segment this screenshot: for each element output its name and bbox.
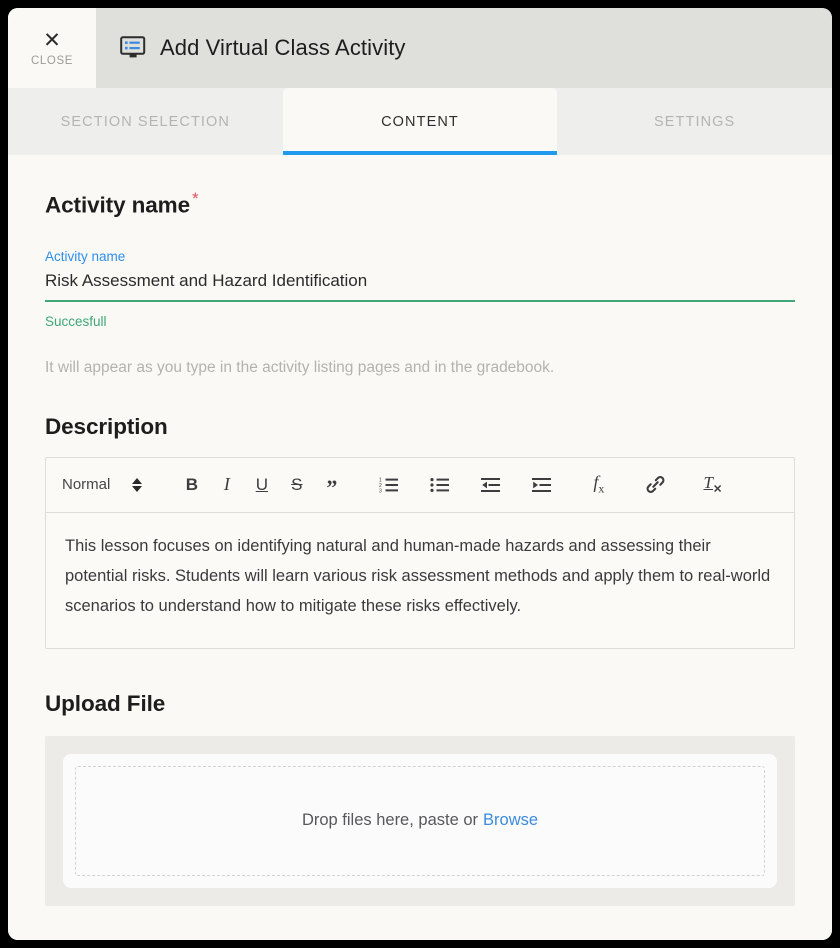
format-select[interactable]: Normal [62,476,160,493]
clear-formatting-t: T [703,473,713,493]
add-activity-modal: ✕ CLOSE Add Virtual Class Activity SECTI… [8,8,832,940]
upload-file-heading: Upload File [45,690,166,716]
activity-name-field-block: Activity name Succesfull It will appear … [45,249,795,377]
blockquote-button[interactable]: ” [314,467,349,503]
close-button[interactable]: ✕ CLOSE [8,8,96,88]
chevron-updown-icon [132,477,143,492]
dropzone-text: Drop files here, paste or [301,811,479,829]
page-title: Add Virtual Class Activity [160,35,406,60]
underline-button[interactable]: U [244,467,279,503]
description-editor: Normal B I U S ” 1 2 3 fx T✕ This lesson… [45,456,795,649]
strikethrough-button[interactable]: S [279,467,314,503]
required-asterisk: * [192,189,199,208]
indent-button[interactable] [524,467,559,503]
outdent-icon [481,477,501,492]
ordered-list-button[interactable]: 1 2 3 [371,467,406,503]
formula-icon: fx [593,472,604,497]
italic-button[interactable]: I [209,467,244,503]
activity-name-field-label: Activity name [45,248,126,264]
modal-body: Activity name* Activity name Succesfull … [8,155,832,940]
bold-button[interactable]: B [174,467,209,503]
tab-bar: SECTION SELECTION CONTENT SETTINGS [8,88,832,155]
file-dropzone[interactable]: Drop files here, paste or Browse [75,765,765,876]
upload-panel: Drop files here, paste or Browse [45,735,795,906]
format-select-value: Normal [62,476,111,493]
svg-text:3: 3 [379,488,382,493]
activity-name-heading-text: Activity name [45,192,191,218]
upload-card: Drop files here, paste or Browse [63,753,777,888]
clear-formatting-button[interactable]: T✕ [695,467,730,503]
tab-section-selection[interactable]: SECTION SELECTION [8,88,283,155]
link-icon [646,476,665,493]
tab-content[interactable]: CONTENT [282,88,558,155]
header-title-group: Add Virtual Class Activity [96,8,832,88]
description-heading: Description [45,413,168,439]
activity-name-input[interactable] [45,270,795,302]
activity-name-hint: It will appear as you type in the activi… [45,358,555,376]
close-button-label: CLOSE [31,54,73,67]
activity-name-validation-message: Succesfull [45,313,107,329]
modal-header: ✕ CLOSE Add Virtual Class Activity [8,8,832,88]
outdent-button[interactable] [473,467,508,503]
activity-name-heading: Activity name * [45,189,795,219]
clear-formatting-icon: T✕ [704,473,723,495]
bullet-list-button[interactable] [422,467,457,503]
clear-formatting-x: ✕ [712,483,723,496]
formula-x: x [598,481,605,496]
link-button[interactable] [638,467,673,503]
editor-toolbar: Normal B I U S ” 1 2 3 fx T✕ [46,458,794,513]
tab-settings[interactable]: SETTINGS [557,88,832,155]
description-text[interactable]: This lesson focuses on identifying natur… [46,513,794,648]
virtual-class-monitor-icon [120,36,146,58]
formula-button[interactable]: fx [581,467,616,503]
bullet-list-icon [430,477,450,492]
ordered-list-icon: 1 2 3 [379,477,399,493]
browse-link[interactable]: Browse [483,811,538,830]
close-icon: ✕ [43,28,61,52]
indent-icon [532,477,552,492]
